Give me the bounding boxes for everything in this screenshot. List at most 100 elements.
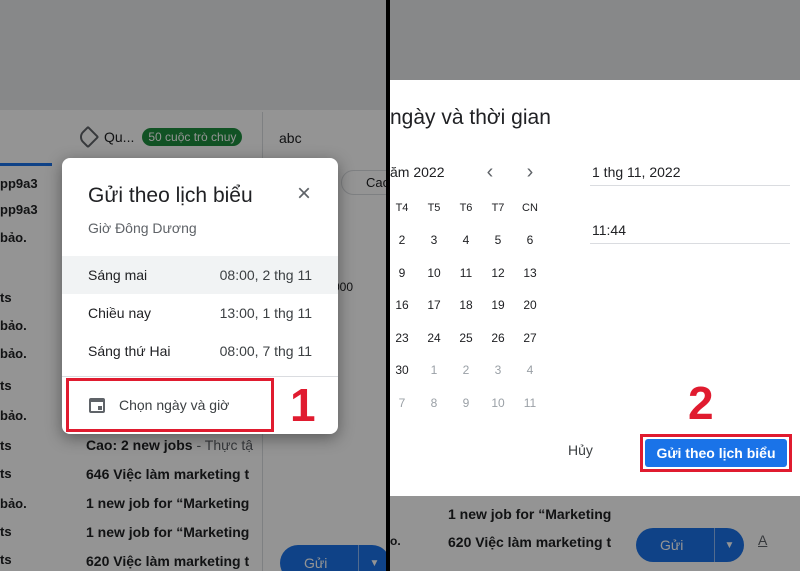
mail-row[interactable]: 646 Việc làm marketing t: [86, 466, 249, 482]
inbox-row-fragment[interactable]: bảo.: [0, 318, 27, 333]
schedule-option[interactable]: Sáng mai 08:00, 2 thg 11: [62, 256, 338, 294]
calendar-day[interactable]: 12: [483, 261, 513, 285]
pick-date-time-label: Chọn ngày và giờ: [119, 397, 230, 413]
schedule-options-list: Sáng mai 08:00, 2 thg 11 Chiều nay 13:00, 1…: [62, 256, 338, 370]
recipient-chip[interactable]: Caoth: [341, 170, 386, 195]
calendar-day[interactable]: 2: [390, 228, 417, 252]
schedule-option-time: 08:00, 7 thg 11: [219, 343, 312, 359]
triangle-down-icon: ▼: [724, 539, 735, 551]
chevron-left-icon[interactable]: ‹: [476, 158, 504, 186]
inbox-row-fragment[interactable]: ts: [0, 290, 12, 305]
calendar-day[interactable]: 23: [390, 326, 417, 350]
inbox-row-fragment[interactable]: ts: [0, 466, 12, 481]
weekday-header: T4: [395, 202, 409, 214]
time-field[interactable]: 11:44: [590, 216, 790, 244]
chevron-right-icon[interactable]: ›: [516, 158, 544, 186]
inbox-row-fragment[interactable]: ts: [0, 524, 12, 539]
mail-row[interactable]: Cao: 2 new jobs - Thực tậ: [86, 437, 253, 453]
calendar-day[interactable]: 26: [483, 326, 513, 350]
send-options-dropdown[interactable]: ▼: [358, 545, 386, 571]
label-name: Qu...: [104, 129, 135, 145]
weekday-header: T7: [491, 202, 505, 214]
dialog-title: Gửi theo lịch biểu: [88, 184, 253, 207]
text-format-icon[interactable]: A: [758, 532, 767, 548]
calendar-day[interactable]: 25: [451, 326, 481, 350]
mail-row[interactable]: 620 Việc làm marketing t: [86, 553, 249, 569]
calendar-day[interactable]: 13: [515, 261, 545, 285]
calendar-day[interactable]: 4: [515, 358, 545, 382]
inbox-row-fragment[interactable]: o.: [390, 534, 401, 548]
dialog-divider: [62, 376, 338, 377]
schedule-option[interactable]: Sáng thứ Hai 08:00, 7 thg 11: [62, 332, 338, 370]
mail-row[interactable]: 1 new job for “Marketing: [448, 506, 611, 522]
calendar-day[interactable]: 16: [390, 293, 417, 317]
calendar-day[interactable]: 9: [451, 391, 481, 415]
inbox-row-fragment[interactable]: bảo.: [0, 496, 27, 511]
dialog-title: ngày và thời gian: [390, 106, 551, 129]
mail-row[interactable]: 620 Việc làm marketing t: [448, 534, 611, 550]
mail-sender: 646 Việc làm marketing t: [86, 466, 250, 482]
schedule-send-button[interactable]: Gửi theo lịch biểu: [645, 439, 787, 467]
schedule-send-highlight: Gửi theo lịch biểu: [640, 434, 792, 472]
date-field[interactable]: 1 thg 11, 2022: [590, 158, 790, 186]
calendar-day[interactable]: 30: [390, 358, 417, 382]
send-options-dropdown[interactable]: ▼: [714, 528, 744, 562]
schedule-option-time: 08:00, 2 thg 11: [219, 267, 312, 283]
inbox-row-fragment[interactable]: bảo.: [0, 408, 27, 423]
inbox-row-fragment[interactable]: ts: [0, 378, 12, 393]
send-button[interactable]: Gửi ▼: [636, 528, 744, 562]
calendar-day[interactable]: 18: [451, 293, 481, 317]
send-button-label: Gửi: [660, 537, 684, 553]
schedule-option-label: Sáng mai: [88, 267, 148, 283]
calendar-day[interactable]: 19: [483, 293, 513, 317]
calendar-day[interactable]: 3: [483, 358, 513, 382]
left-screenshot-panel: Qu... 50 cuộc trò chuy pp9a3 pp9a3 bảo. ts b…: [0, 0, 386, 571]
close-icon[interactable]: ×: [290, 180, 318, 208]
calendar-day[interactable]: 11: [451, 261, 481, 285]
calendar-icon: [89, 397, 105, 413]
calendar-day[interactable]: 3: [419, 228, 449, 252]
weekday-header: T5: [427, 202, 441, 214]
send-button[interactable]: Gửi ▼: [280, 545, 386, 571]
active-tab-indicator: [0, 163, 52, 166]
weekday-header: T6: [459, 202, 473, 214]
mail-row[interactable]: 1 new job for “Marketing: [86, 495, 249, 511]
calendar-day[interactable]: 27: [515, 326, 545, 350]
conversation-count-chip: 50 cuộc trò chuy: [142, 128, 243, 146]
calendar-day[interactable]: 2: [451, 358, 481, 382]
calendar-day[interactable]: 7: [390, 391, 417, 415]
step-number-1: 1: [290, 379, 316, 431]
calendar-day[interactable]: 10: [483, 391, 513, 415]
inbox-row-fragment[interactable]: bảo.: [0, 346, 27, 361]
calendar-day[interactable]: 6: [515, 228, 545, 252]
inbox-row-fragment[interactable]: pp9a3: [0, 202, 38, 217]
label-row: Qu... 50 cuộc trò chuy: [76, 125, 243, 149]
calendar-day[interactable]: 11: [515, 391, 545, 415]
cancel-button[interactable]: Hủy: [568, 442, 593, 458]
calendar-day[interactable]: 8: [419, 391, 449, 415]
mail-sender: Cao: 2 new jobs: [86, 437, 193, 453]
mail-snippet: - Thực tậ: [192, 437, 254, 453]
inbox-row-fragment[interactable]: pp9a3: [0, 176, 38, 191]
calendar-day[interactable]: 20: [515, 293, 545, 317]
inbox-row-fragment[interactable]: bảo.: [0, 230, 27, 245]
mail-row[interactable]: 1 new job for “Marketing: [86, 524, 249, 540]
compose-subject[interactable]: abc: [279, 130, 302, 146]
calendar-day[interactable]: 9: [390, 261, 417, 285]
calendar-day[interactable]: 24: [419, 326, 449, 350]
calendar-day[interactable]: 17: [419, 293, 449, 317]
inbox-row-fragment[interactable]: ts: [0, 552, 12, 567]
right-screenshot-panel: 1 new job for “Marketing 620 Việc làm mar…: [390, 0, 800, 571]
mail-sender: 1 new job for “Marketing: [86, 495, 250, 511]
month-label: ăm 2022: [390, 164, 445, 180]
schedule-option-label: Chiều nay: [88, 305, 152, 321]
calendar-day[interactable]: 1: [419, 358, 449, 382]
calendar-day[interactable]: 4: [451, 228, 481, 252]
calendar-day[interactable]: 10: [419, 261, 449, 285]
pick-date-time-button[interactable]: Chọn ngày và giờ: [66, 378, 274, 432]
pick-date-time-dialog: ngày và thời gian ăm 2022 ‹ › T4 T5 T6 T7 CN…: [390, 80, 800, 496]
calendar-day[interactable]: 5: [483, 228, 513, 252]
schedule-option[interactable]: Chiều nay 13:00, 1 thg 11: [62, 294, 338, 332]
inbox-row-fragment[interactable]: ts: [0, 438, 12, 453]
send-button-label: Gửi: [304, 555, 328, 571]
